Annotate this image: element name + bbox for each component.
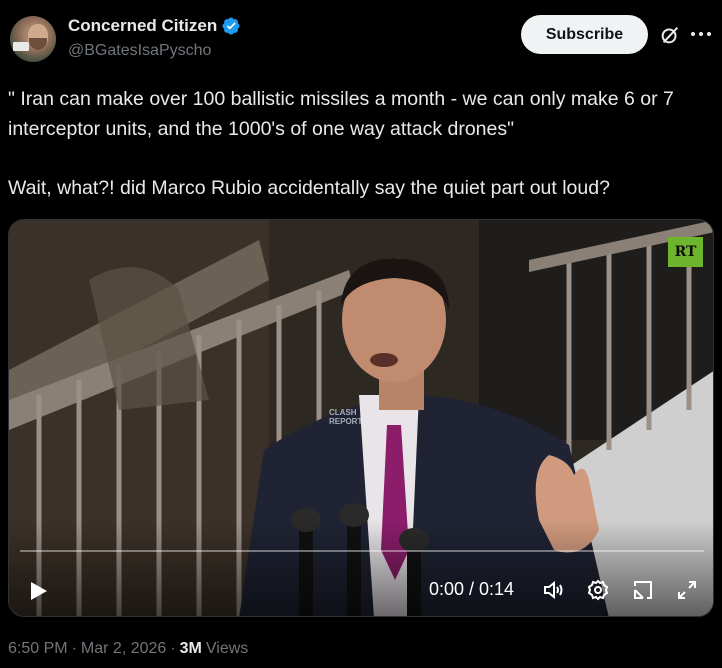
author-handle[interactable]: @BGatesIsaPyscho [68, 42, 211, 60]
post-text-line2: Wait, what?! did Marco Rubio accidentall… [8, 177, 610, 199]
settings-icon[interactable] [586, 578, 610, 602]
views-label: Views [205, 640, 249, 657]
post-time[interactable]: 6:50 PM [8, 640, 68, 658]
video-player[interactable]: RT CLASH REPORT 0:00 / 0:14 [8, 219, 714, 617]
post-date[interactable]: Mar 2, 2026 [81, 640, 166, 658]
meta-separator: · [170, 640, 176, 657]
volume-icon[interactable] [541, 578, 565, 602]
subscribe-button[interactable]: Subscribe [521, 15, 648, 54]
display-name[interactable]: Concerned Citizen [68, 16, 217, 36]
fullscreen-icon[interactable] [675, 578, 699, 602]
video-controls: 0:00 / 0:14 [9, 570, 713, 610]
video-progress-bar[interactable] [20, 550, 704, 552]
views-count: 3M [179, 640, 202, 657]
post-text: " Iran can make over 100 ballistic missi… [8, 88, 680, 140]
more-dots-icon[interactable] [690, 30, 712, 38]
avatar-tag [13, 42, 29, 51]
verified-badge-icon [222, 17, 240, 35]
post-meta: 6:50 PM · Mar 2, 2026 · 3M Views [8, 640, 248, 658]
avatar-beard [29, 38, 47, 50]
video-time: 0:00 / 0:14 [429, 579, 515, 599]
play-icon[interactable] [27, 580, 49, 602]
grok-slash-icon[interactable] [659, 24, 681, 46]
avatar[interactable] [10, 16, 56, 62]
clash-report-watermark: CLASH REPORT [329, 408, 363, 426]
rt-channel-logo: RT [668, 237, 703, 267]
pip-icon[interactable] [631, 578, 655, 602]
meta-separator: · [71, 640, 77, 657]
author-name-row[interactable]: Concerned Citizen [68, 16, 241, 36]
